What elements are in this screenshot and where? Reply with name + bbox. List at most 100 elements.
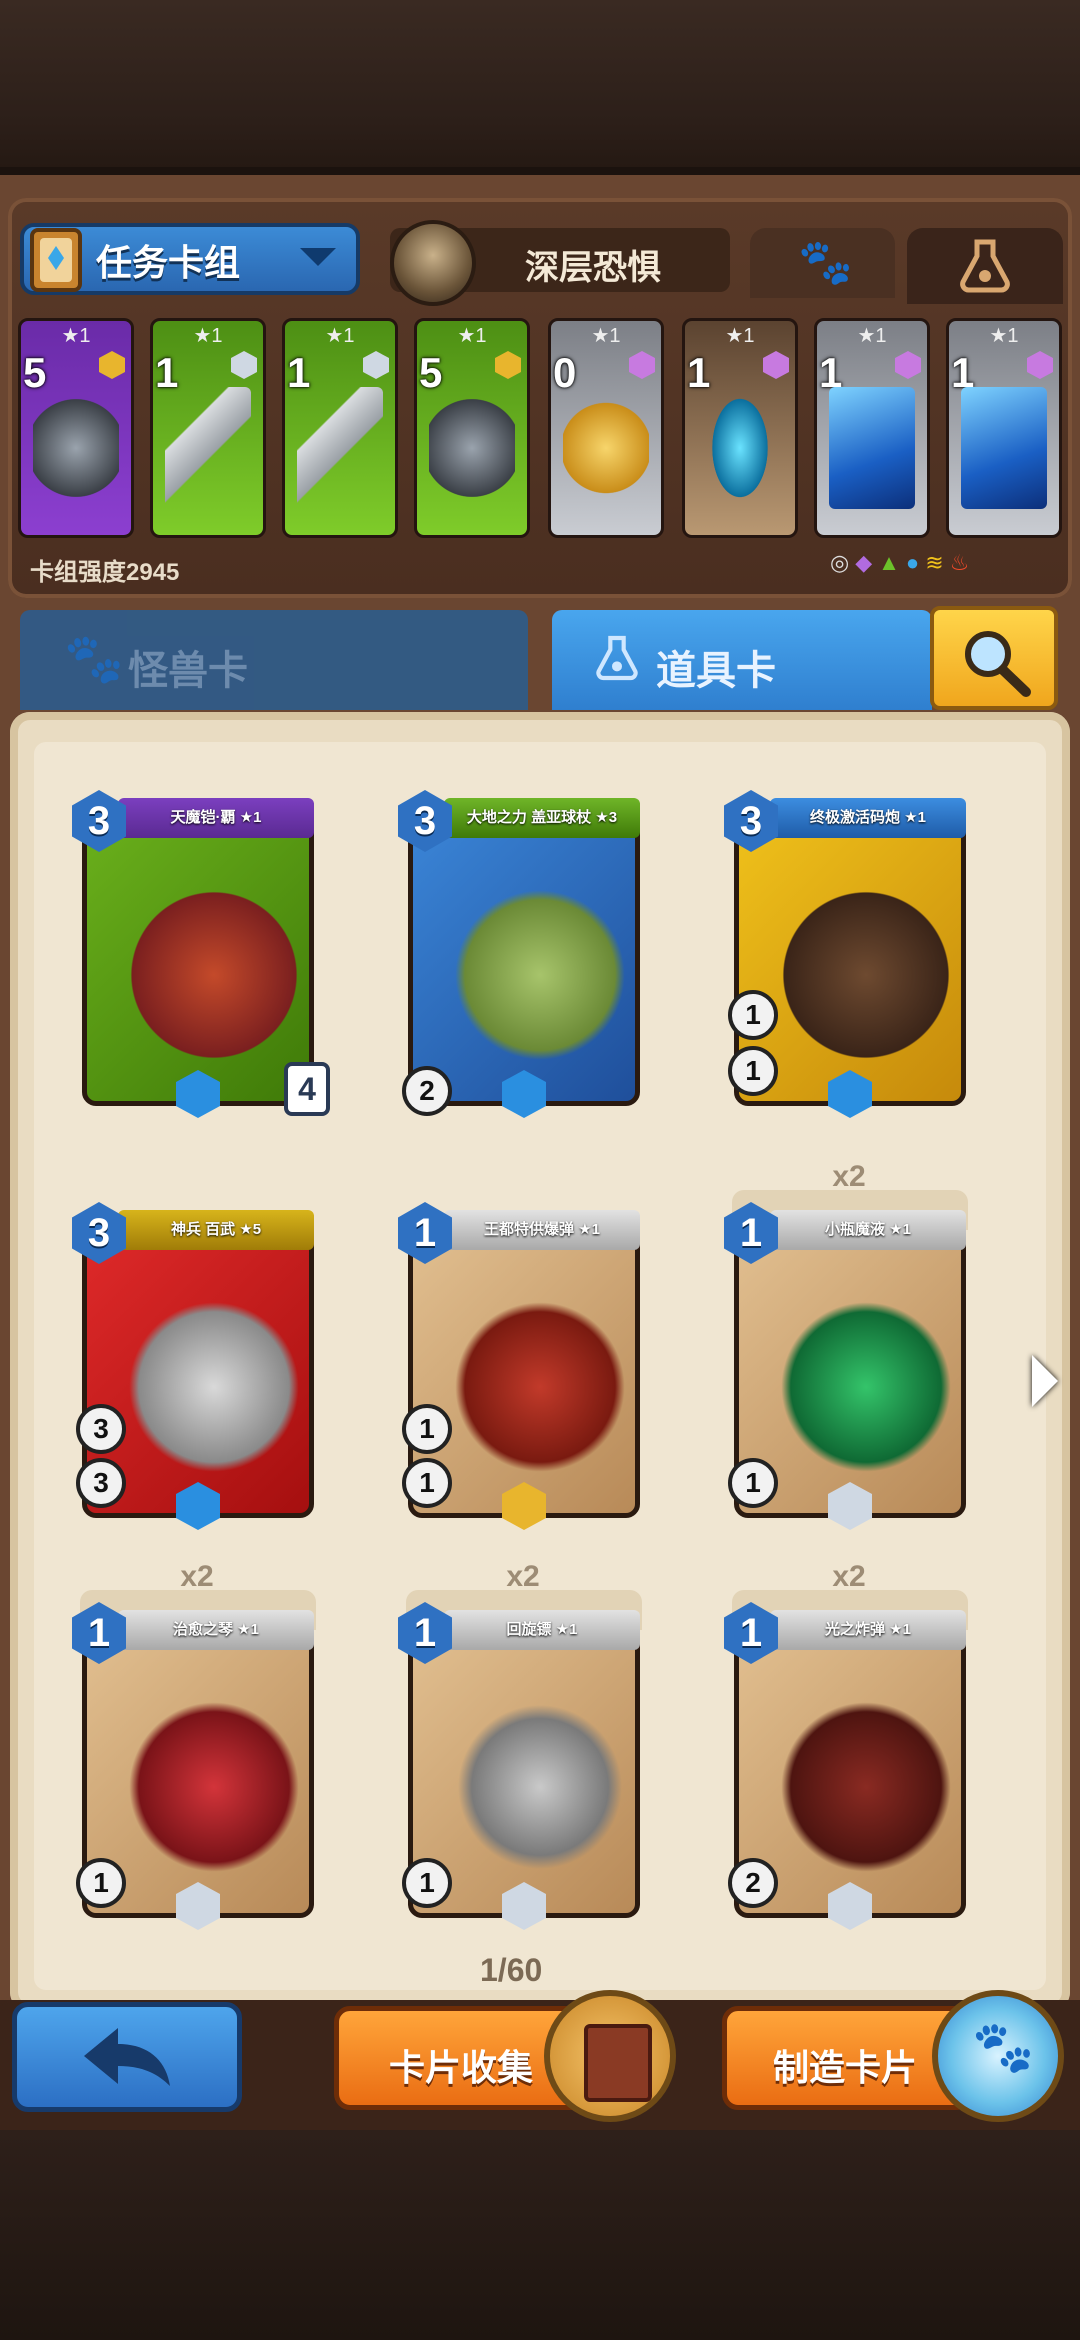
deck-slot[interactable]: ★1 1 — [814, 318, 930, 538]
card-name: 天魔铠·覇 ★1 — [118, 798, 314, 838]
card-album-cover — [584, 2024, 652, 2102]
card-item[interactable]: 王都特供爆弹 ★1 1 1 1 — [398, 1200, 648, 1530]
shadow-element-icon: ◆ — [855, 550, 879, 575]
card-stat-top: 1 — [402, 1404, 452, 1454]
slot-stars: ★1 — [457, 325, 487, 347]
deck-slot[interactable]: ★1 1 — [150, 318, 266, 538]
sword-icon — [297, 387, 383, 509]
paw-icon: 🐾 — [64, 633, 124, 686]
flask-icon — [960, 239, 1010, 293]
helmet-icon — [429, 387, 515, 509]
gem-icon — [629, 351, 655, 379]
card-item[interactable]: 大地之力 盖亚球杖 ★3 3 2 — [398, 788, 648, 1118]
tab-monster-cards[interactable]: 🐾 怪兽卡 — [20, 610, 528, 710]
card-item[interactable]: 天魔铠·覇 ★1 3 4 — [72, 788, 330, 1118]
card-name: 回旋镖 ★1 — [444, 1610, 640, 1650]
card-name: 神兵 百武 ★5 — [118, 1210, 314, 1250]
tab-item-deck[interactable] — [907, 228, 1063, 304]
card-item[interactable]: x2 小瓶魔液 ★1 1 1 — [724, 1160, 974, 1530]
card-stat-bottom: 2 — [728, 1858, 778, 1908]
helmet-icon — [33, 387, 119, 509]
sword-icon — [165, 387, 251, 509]
card-name: 大地之力 盖亚球杖 ★3 — [444, 798, 640, 838]
slot-stars: ★1 — [325, 325, 355, 347]
card-collection-label: 卡片收集 — [389, 2047, 534, 2088]
bottom-wood-border — [0, 2130, 1080, 2340]
boomerang-icon — [447, 1687, 633, 1887]
card-frame — [82, 806, 314, 1106]
card-stat-top: 3 — [76, 1404, 126, 1454]
card-item[interactable]: 神兵 百武 ★5 3 3 3 — [72, 1200, 322, 1530]
back-arrow-icon — [84, 2028, 170, 2086]
top-wood-border — [0, 0, 1080, 175]
card-stat-bottom: 2 — [402, 1066, 452, 1116]
card-frame — [408, 806, 640, 1106]
card-duplicate-count: x2 — [832, 1160, 866, 1193]
deck-slot[interactable]: ★1 5 — [414, 318, 530, 538]
slot-stars: ★1 — [591, 325, 621, 347]
card-item[interactable]: 终极激活码炮 ★1 3 1 1 — [724, 788, 974, 1118]
deck-slot[interactable]: ★1 1 — [946, 318, 1062, 538]
card-stat-bottom: 1 — [402, 1458, 452, 1508]
search-button[interactable] — [930, 606, 1058, 710]
gem-icon — [763, 351, 789, 379]
crystal-icon — [961, 387, 1047, 509]
bomb-icon — [773, 1687, 959, 1887]
deck-slot[interactable]: ★1 1 — [282, 318, 398, 538]
tab-monster-deck[interactable]: 🐾 — [750, 228, 895, 298]
cannon-icon — [773, 875, 959, 1075]
armor-icon — [121, 875, 307, 1075]
deck-slot[interactable]: ★1 1 — [682, 318, 798, 538]
flask-icon — [596, 635, 638, 681]
card-item[interactable]: x2 回旋镖 ★1 1 1 — [398, 1560, 648, 1930]
light-element-icon: ≋ — [925, 550, 950, 575]
neutral-element-icon: ◎ — [830, 550, 856, 575]
gem-icon — [895, 351, 921, 379]
card-name: 治愈之琴 ★1 — [118, 1610, 314, 1650]
paw-icon: 🐾 — [798, 238, 853, 287]
card-name: 光之炸弹 ★1 — [770, 1610, 966, 1650]
card-stat-bottom: 1 — [402, 1858, 452, 1908]
book-icon — [30, 228, 82, 292]
card-item[interactable]: x2 治愈之琴 ★1 1 1 — [72, 1560, 322, 1930]
search-icon — [965, 631, 1031, 697]
card-item[interactable]: x2 光之炸弹 ★1 1 2 — [724, 1560, 974, 1930]
slot-stars: ★1 — [725, 325, 755, 347]
slot-stars: ★1 — [857, 325, 887, 347]
tab-monster-label: 怪兽卡 — [128, 649, 248, 693]
dynamite-icon — [447, 1287, 633, 1487]
card-album-icon[interactable] — [544, 1990, 676, 2122]
card-stat-bottom: 1 — [728, 1458, 778, 1508]
gem-icon — [1027, 351, 1053, 379]
card-stat-top: 1 — [728, 990, 778, 1040]
deck-selector-label: 任务卡组 — [96, 242, 241, 283]
paw-icon: 🐾 — [972, 2019, 1035, 2075]
crystal-icon — [829, 387, 915, 509]
next-page-arrow-icon[interactable] — [1032, 1355, 1058, 1407]
slot-stars: ★1 — [989, 325, 1019, 347]
deck-title: 深层恐惧 — [525, 249, 661, 287]
slot-stars: ★1 — [193, 325, 223, 347]
card-name: 王都特供爆弹 ★1 — [444, 1210, 640, 1250]
card-stat-bottom: 1 — [76, 1858, 126, 1908]
card-duplicate-count: x2 — [506, 1560, 540, 1593]
chevron-down-icon[interactable] — [300, 248, 336, 266]
avatar[interactable] — [390, 220, 476, 306]
card-duplicate-count: x2 — [832, 1560, 866, 1593]
halberd-icon — [121, 1287, 307, 1487]
shield-badge: 4 — [284, 1062, 330, 1116]
gem-icon — [495, 351, 521, 379]
paw-jar-icon[interactable]: 🐾 — [932, 1990, 1064, 2122]
deck-slot[interactable]: ★1 5 — [18, 318, 134, 538]
egg-icon — [697, 387, 783, 509]
gem-icon — [363, 351, 389, 379]
gem-icon — [231, 351, 257, 379]
slot-stars: ★1 — [61, 325, 91, 347]
tab-item-cards[interactable]: 道具卡 — [552, 610, 932, 710]
deck-slot[interactable]: ★1 0 — [548, 318, 664, 538]
gem-icon — [99, 351, 125, 379]
fire-element-icon: ♨ — [949, 550, 976, 575]
gaia-orb-icon — [447, 875, 633, 1075]
card-duplicate-count: x2 — [180, 1560, 214, 1593]
potion-icon — [773, 1287, 959, 1487]
